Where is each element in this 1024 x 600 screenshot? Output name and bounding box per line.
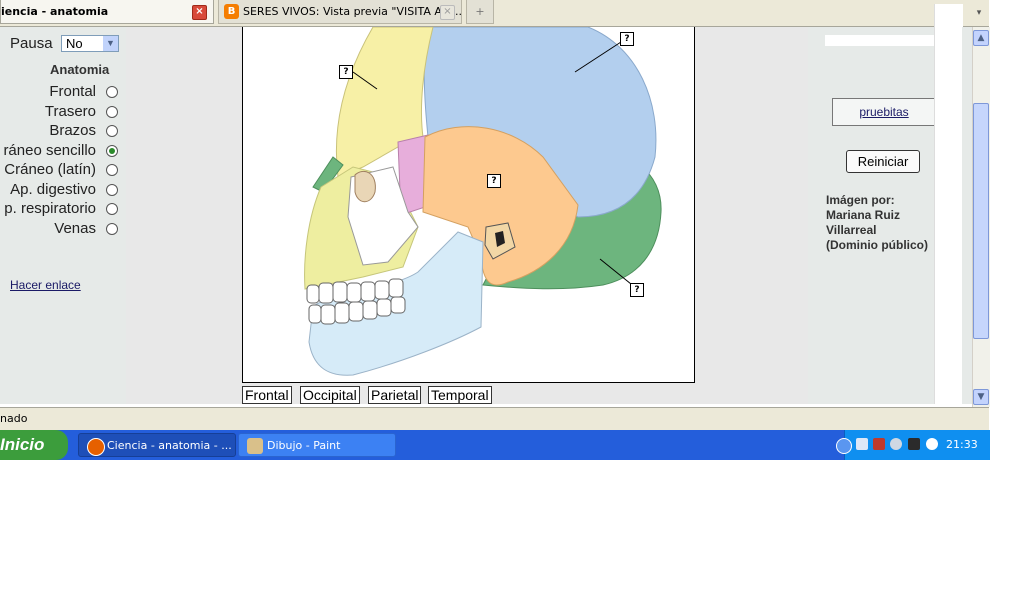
credit-line: (Dominio público) <box>826 238 928 252</box>
volume-icon[interactable] <box>890 438 902 450</box>
credit-line: Mariana Ruiz <box>826 208 901 222</box>
usb-icon[interactable] <box>908 438 920 450</box>
taskbar-item-label: Dibujo - Paint <box>267 439 341 452</box>
close-tab-icon[interactable]: × <box>192 5 207 20</box>
tab-label: iencia - anatomia <box>1 5 109 18</box>
option-label[interactable]: Frontal <box>49 83 96 100</box>
scroll-up-button[interactable]: ▲ <box>973 30 989 46</box>
tray-expand-icon[interactable] <box>836 438 852 454</box>
radio-frontal[interactable] <box>106 86 118 98</box>
skull-illustration <box>304 26 662 376</box>
occipital-drop-target[interactable]: ? <box>630 283 644 297</box>
network-icon[interactable] <box>856 438 868 450</box>
option-label[interactable]: Brazos <box>49 122 96 139</box>
taskbar-item-paint[interactable]: Dibujo - Paint <box>238 433 396 457</box>
orbit-detail <box>354 170 376 203</box>
clock: 21:33 <box>946 438 978 451</box>
taskbar-item-firefox[interactable]: Ciencia - anatomia - ... <box>78 433 236 457</box>
tab-bar: iencia - anatomia × B SERES VIVOS: Vista… <box>0 0 989 27</box>
pausa-label: Pausa <box>10 35 53 52</box>
hacer-enlace-link[interactable]: Hacer enlace <box>10 278 81 292</box>
firefox-icon <box>87 438 105 456</box>
answer-temporal-button[interactable]: Temporal <box>428 386 492 404</box>
temporal-drop-target[interactable]: ? <box>487 174 501 188</box>
radio-trasero[interactable] <box>106 106 118 118</box>
page-margin <box>934 4 963 404</box>
paint-icon <box>247 438 263 454</box>
reset-button[interactable]: Reiniciar <box>846 150 920 173</box>
blogger-icon: B <box>224 4 239 19</box>
vertical-scrollbar[interactable]: ▲ ▼ <box>972 27 990 407</box>
radio-ap-digestivo[interactable] <box>106 184 118 196</box>
credit-line: Imágen por: <box>826 193 895 207</box>
pausa-select[interactable]: No ▼ <box>61 35 119 52</box>
status-bar: nado <box>0 407 989 430</box>
close-tab-icon[interactable]: × <box>440 5 455 20</box>
start-button[interactable]: Inicio <box>0 430 68 460</box>
answer-frontal-button[interactable]: Frontal <box>242 386 292 404</box>
credit-line: Villarreal <box>826 223 877 237</box>
image-credit: Imágen por: Mariana Ruiz Villarreal (Dom… <box>826 193 936 253</box>
start-label: Inicio <box>0 435 45 454</box>
answer-parietal-button[interactable]: Parietal <box>368 386 422 404</box>
pausa-value: No <box>66 36 83 51</box>
radio-ap-respiratorio[interactable] <box>106 203 118 215</box>
tab-list-menu-icon[interactable]: ▾ <box>972 4 986 22</box>
radio-venas[interactable] <box>106 223 118 235</box>
scroll-down-button[interactable]: ▼ <box>973 389 989 405</box>
tab-label: SERES VIVOS: Vista previa "VISITA AL ... <box>243 5 462 18</box>
option-label[interactable]: Trasero <box>45 103 96 120</box>
option-label[interactable]: p. respiratorio <box>4 200 96 217</box>
option-label[interactable]: Venas <box>54 220 96 237</box>
parietal-drop-target[interactable]: ? <box>620 32 634 46</box>
frontal-drop-target[interactable]: ? <box>339 65 353 79</box>
answer-occipital-button[interactable]: Occipital <box>300 386 360 404</box>
radio-craneo-sencillo[interactable] <box>106 145 118 157</box>
taskbar-item-label: Ciencia - anatomia - ... <box>107 439 232 452</box>
radio-craneo-latin[interactable] <box>106 164 118 176</box>
chevron-down-icon: ▼ <box>103 36 118 51</box>
security-icon[interactable] <box>873 438 885 450</box>
tab-ciencia-anatomia[interactable]: iencia - anatomia × <box>0 0 214 24</box>
top-field <box>825 35 945 46</box>
status-text: nado <box>0 412 28 425</box>
option-label[interactable]: ráneo sencillo <box>3 142 96 159</box>
new-tab-button[interactable]: + <box>466 0 494 24</box>
page-edge <box>962 27 972 404</box>
section-title: Anatomia <box>50 62 110 77</box>
skull-image-panel: ? ? ? ? <box>242 26 695 383</box>
messenger-icon[interactable] <box>926 438 938 450</box>
scrollbar-thumb[interactable] <box>973 103 989 339</box>
tab-seres-vivos[interactable]: B SERES VIVOS: Vista previa "VISITA AL .… <box>218 0 462 24</box>
pruebitas-link[interactable]: pruebitas <box>832 98 936 126</box>
option-label[interactable]: Cráneo (latín) <box>4 161 96 178</box>
option-label[interactable]: Ap. digestivo <box>10 181 96 198</box>
radio-brazos[interactable] <box>106 125 118 137</box>
